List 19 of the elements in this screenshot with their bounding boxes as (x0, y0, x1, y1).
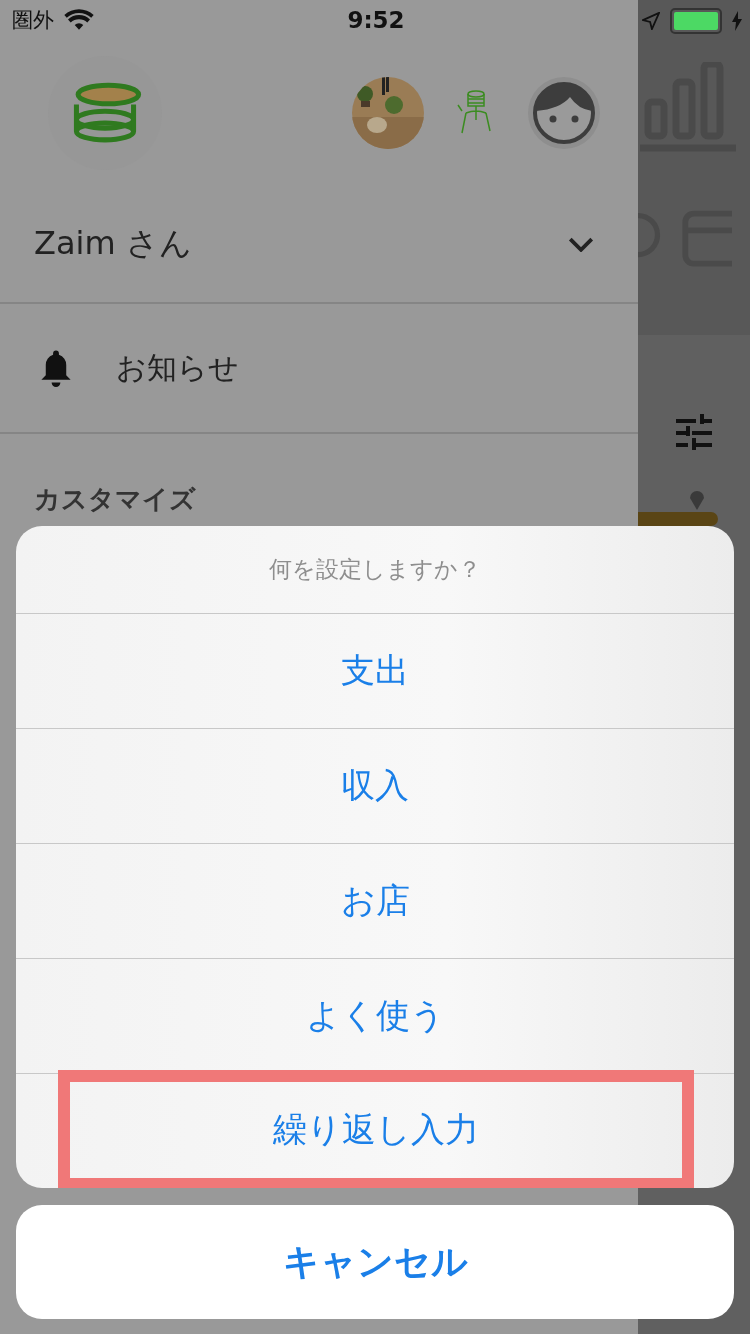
wifi-icon (64, 9, 94, 31)
face-avatar-icon[interactable] (528, 77, 600, 149)
sheet-title: 何を設定しますか？ (16, 526, 734, 614)
action-button[interactable]: お店 (328, 870, 422, 932)
charging-bolt-icon (732, 11, 742, 31)
status-time: 9:52 (347, 7, 405, 33)
user-name[interactable]: Zaim さん (34, 222, 192, 266)
action-button[interactable]: 収入 (329, 755, 421, 817)
section-header: カスタマイズ (33, 483, 197, 516)
cancel-button[interactable]: キャンセル (16, 1205, 734, 1319)
battery-icon (670, 8, 722, 34)
location-arrow-icon (642, 12, 660, 30)
filter-sliders-icon[interactable] (676, 414, 712, 450)
pin-icon (689, 488, 705, 510)
action-button[interactable]: 支出 (329, 640, 421, 702)
action-button[interactable]: 繰り返し入力 (261, 1099, 491, 1161)
action-button[interactable]: よく使う (293, 985, 457, 1047)
carrier-label: 圏外 (12, 7, 54, 34)
chevron-down-icon[interactable] (568, 236, 594, 252)
